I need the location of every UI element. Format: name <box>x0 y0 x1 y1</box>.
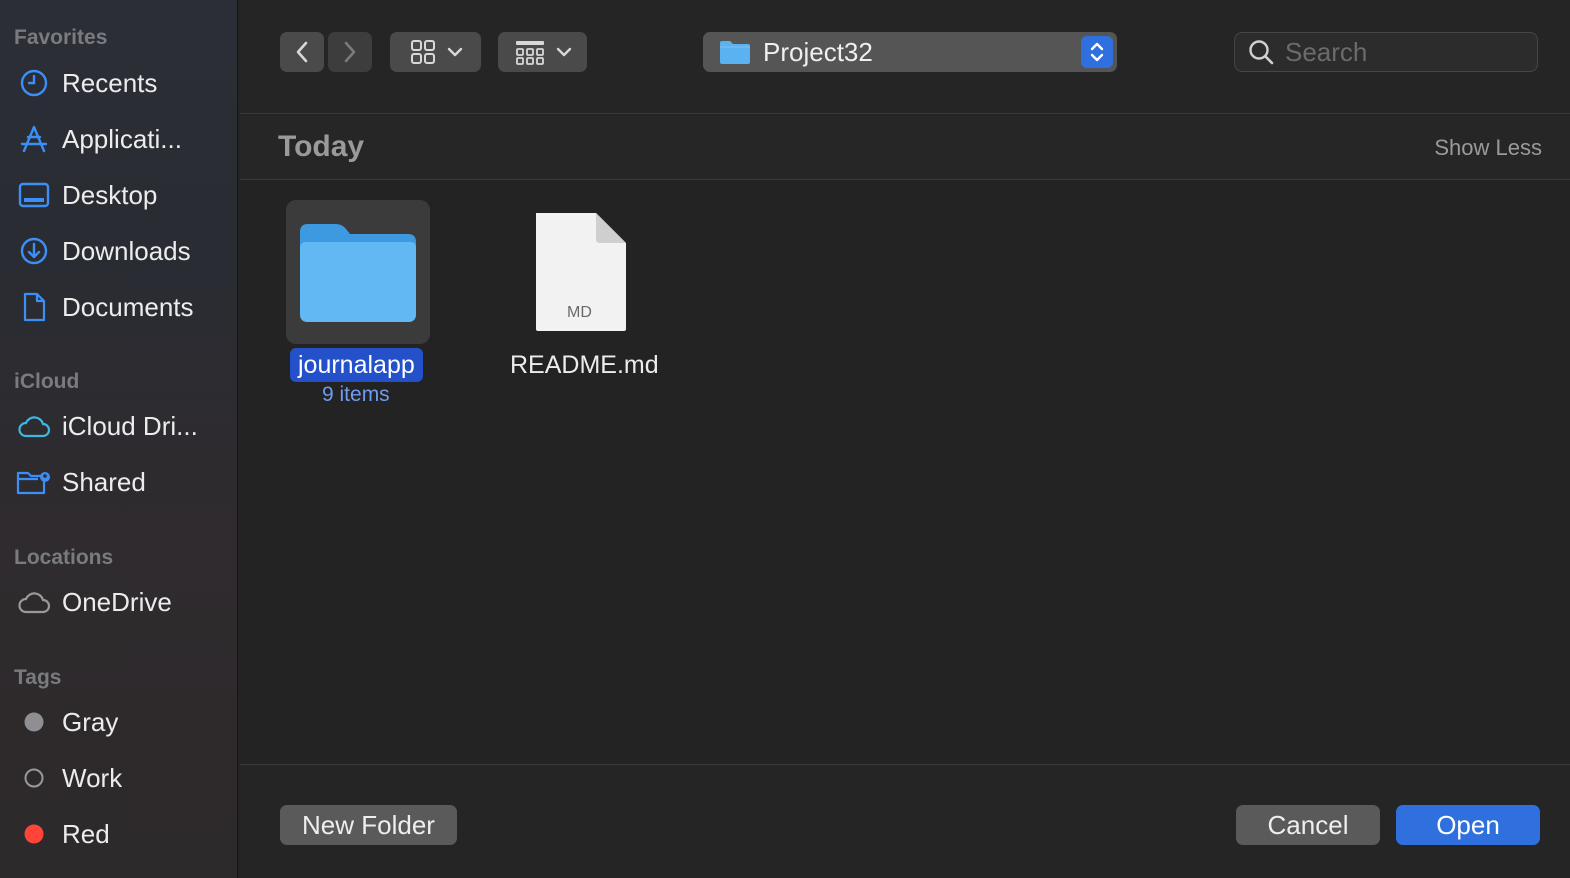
back-button[interactable] <box>280 32 324 72</box>
folder-icon <box>720 41 750 64</box>
sidebar-item-applications[interactable]: Applicati... <box>16 117 231 161</box>
footer: New Folder Cancel Open <box>240 764 1570 878</box>
clock-icon <box>16 65 52 101</box>
cloud-icon <box>16 584 52 620</box>
file-name: README.md <box>510 351 659 379</box>
sidebar-item-label: iCloud Dri... <box>62 410 198 441</box>
new-folder-button[interactable]: New Folder <box>280 805 457 845</box>
file-name: journalapp <box>290 348 423 382</box>
download-icon <box>16 233 52 269</box>
sidebar-item-label: Downloads <box>62 235 191 266</box>
sidebar-item-label: Work <box>62 762 123 793</box>
tag-dot-icon <box>16 816 52 852</box>
toolbar: Project32 <box>240 0 1570 114</box>
sidebar-item-label: OneDrive <box>62 586 172 617</box>
tag-dot-icon <box>16 704 52 740</box>
show-less-button[interactable]: Show Less <box>1434 135 1542 161</box>
path-popup[interactable]: Project32 <box>703 32 1117 72</box>
forward-button[interactable] <box>328 32 372 72</box>
search-icon <box>1249 40 1274 65</box>
sidebar-item-label: Recents <box>62 67 158 98</box>
group-by-button[interactable] <box>498 32 587 72</box>
sidebar-item-label: Documents <box>62 291 194 322</box>
chevron-left-icon <box>296 41 308 63</box>
sidebar-item-label: Red <box>62 818 110 849</box>
shared-folder-icon <box>16 464 52 500</box>
sidebar-item-recents[interactable]: Recents <box>16 61 231 105</box>
chevron-down-icon <box>447 47 462 57</box>
file-subtitle: 9 items <box>322 383 390 406</box>
group-title: Today <box>278 130 365 163</box>
sidebar-item-desktop[interactable]: Desktop <box>16 173 231 217</box>
group-icon <box>515 41 544 65</box>
group-header: Today Show Less <box>240 116 1570 180</box>
sidebar-item-shared[interactable]: Shared <box>16 460 231 504</box>
sidebar-item-tag-red[interactable]: Red <box>16 812 231 856</box>
section-tags: Tags <box>14 666 62 689</box>
document-icon <box>16 289 52 325</box>
sidebar-item-label: Desktop <box>62 179 158 210</box>
section-favorites: Favorites <box>14 26 108 49</box>
file-type-badge: MD <box>567 304 592 321</box>
folder-icon <box>300 224 416 322</box>
folder-tile[interactable] <box>286 200 430 344</box>
view-mode-button[interactable] <box>390 32 481 72</box>
grid-view-icon <box>410 40 435 64</box>
open-button[interactable]: Open <box>1396 805 1540 845</box>
chevron-down-icon <box>556 47 571 57</box>
sidebar-item-label: Applicati... <box>62 123 182 154</box>
sidebar-item-tag-gray[interactable]: Gray <box>16 700 231 744</box>
chevron-right-icon <box>344 41 356 63</box>
sidebar-item-icloud-drive[interactable]: iCloud Dri... <box>16 404 231 448</box>
search-field[interactable] <box>1234 32 1538 72</box>
desktop-icon <box>16 177 52 213</box>
search-input[interactable] <box>1285 36 1525 68</box>
sidebar: Favorites Recents Applicati... Desktop D… <box>0 0 238 878</box>
sidebar-item-label: Shared <box>62 466 146 497</box>
sidebar-item-label: Gray <box>62 706 119 737</box>
sidebar-item-onedrive[interactable]: OneDrive <box>16 580 231 624</box>
sidebar-item-documents[interactable]: Documents <box>16 285 231 329</box>
path-popup-label: Project32 <box>763 36 873 67</box>
file-grid: journalapp 9 items MD README.md <box>240 181 1570 763</box>
section-icloud: iCloud <box>14 370 80 393</box>
cloud-icon <box>16 408 52 444</box>
cancel-button[interactable]: Cancel <box>1236 805 1380 845</box>
popup-stepper-icon <box>1081 36 1113 68</box>
applications-icon <box>16 121 52 157</box>
sidebar-item-tag-work[interactable]: Work <box>16 756 231 800</box>
section-locations: Locations <box>14 546 114 569</box>
sidebar-item-downloads[interactable]: Downloads <box>16 229 231 273</box>
tag-dot-icon <box>16 760 52 796</box>
